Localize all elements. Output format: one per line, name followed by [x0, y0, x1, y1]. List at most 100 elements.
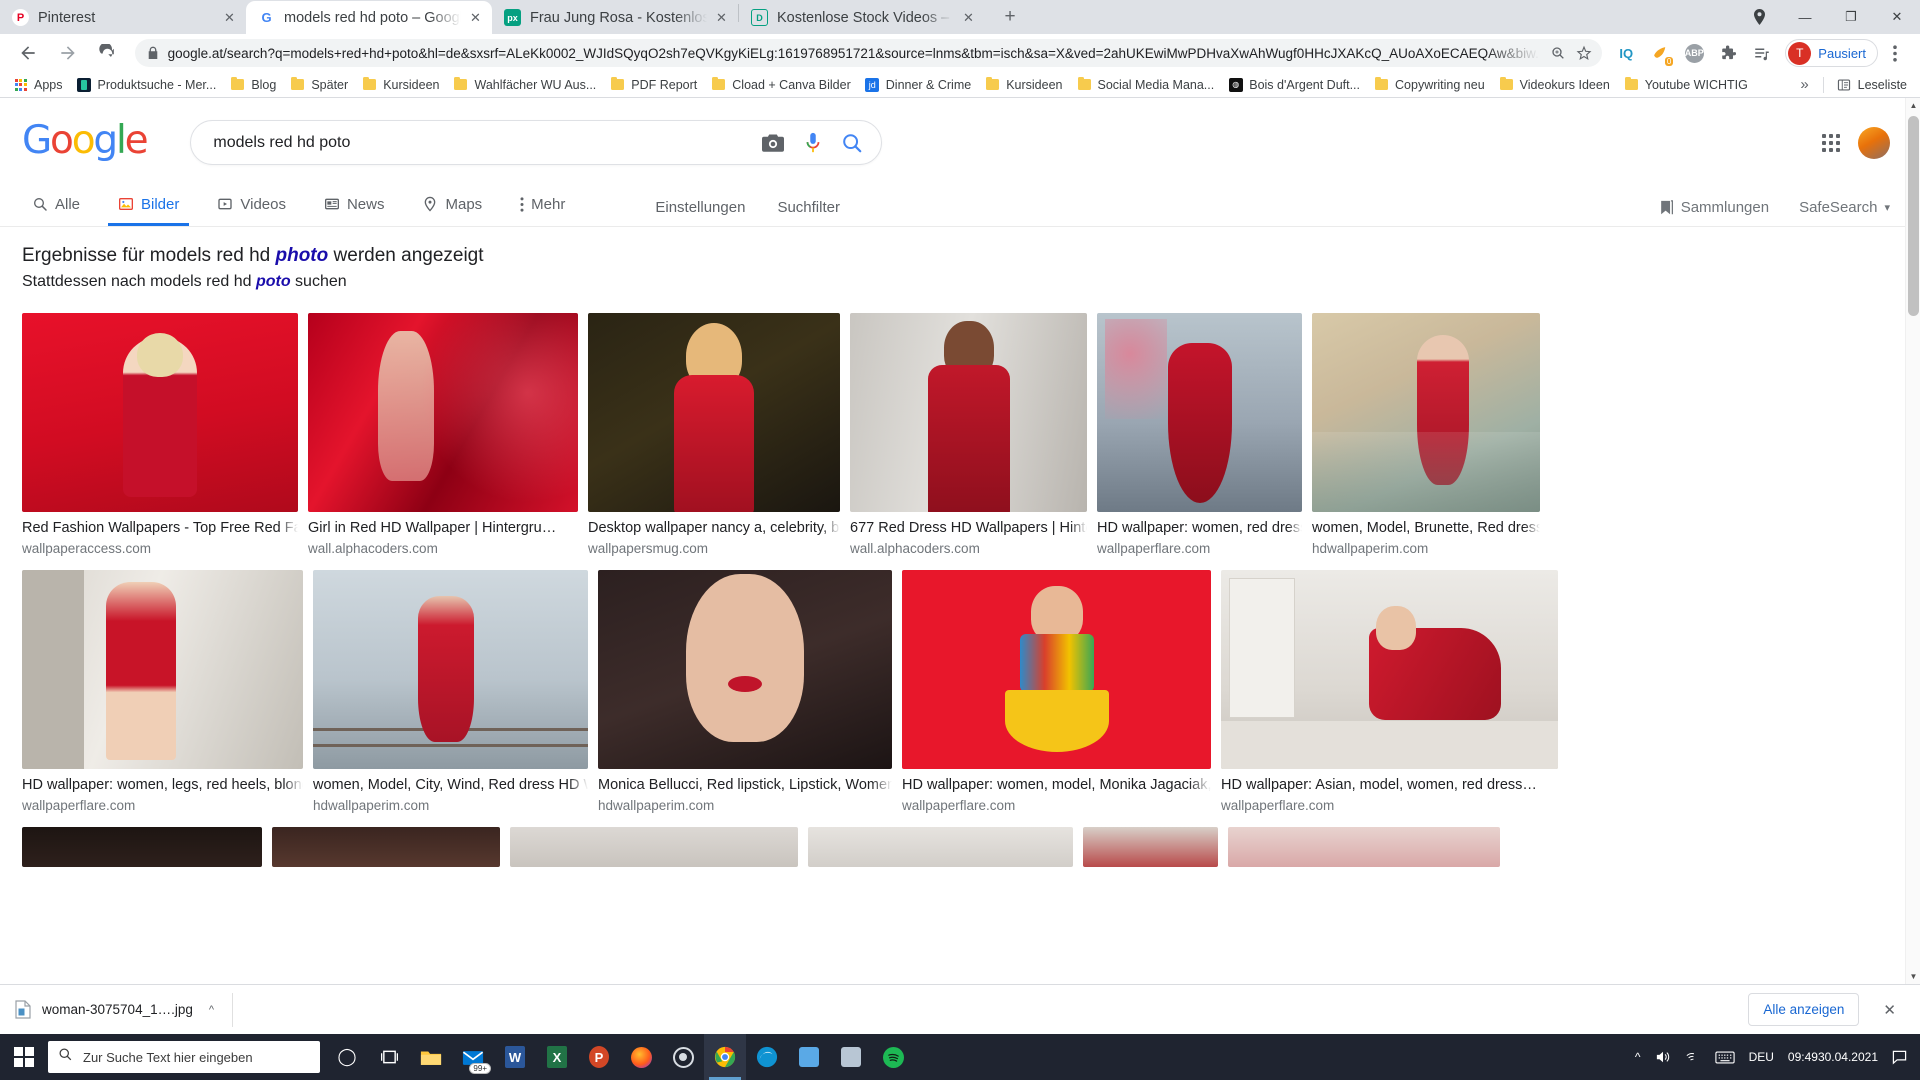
- photos-icon[interactable]: [830, 1034, 872, 1080]
- taskbar-search-input[interactable]: Zur Suche Text hier eingeben: [48, 1041, 320, 1073]
- adblock-plus-icon[interactable]: ABP: [1680, 39, 1708, 67]
- task-view-icon[interactable]: [368, 1034, 410, 1080]
- result-caption[interactable]: Girl in Red HD Wallpaper | Hintergru…: [308, 520, 578, 536]
- result-thumbnail[interactable]: [850, 313, 1087, 512]
- maximize-button[interactable]: ❐: [1828, 0, 1874, 34]
- word-icon[interactable]: W: [494, 1034, 536, 1080]
- mail-icon[interactable]: 99+: [452, 1034, 494, 1080]
- search-input[interactable]: models red hd poto: [190, 120, 883, 165]
- notification-icon[interactable]: [1885, 1050, 1914, 1065]
- bookmark-wahlfaecher[interactable]: Wahlfächer WU Aus...: [446, 74, 603, 96]
- reload-icon[interactable]: [93, 38, 123, 68]
- bookmark-blog[interactable]: Blog: [223, 74, 283, 96]
- browser-tab[interactable]: px Frau Jung Rosa - Kostenloses Fot ✕: [492, 1, 738, 34]
- scroll-down-arrow-icon[interactable]: ▼: [1906, 969, 1920, 984]
- search-filters-button[interactable]: Suchfilter: [777, 199, 840, 226]
- settings-button[interactable]: Einstellungen: [655, 199, 745, 226]
- image-result-card[interactable]: HD wallpaper: women, model, Monika Jagac…: [902, 570, 1211, 813]
- browser-tab[interactable]: P Pinterest ✕: [0, 1, 246, 34]
- new-tab-button[interactable]: +: [993, 3, 1027, 31]
- close-downloads-bar-button[interactable]: ✕: [1873, 1001, 1906, 1019]
- language-indicator[interactable]: DEU: [1742, 1050, 1781, 1064]
- back-arrow-icon[interactable]: [13, 38, 43, 68]
- zoom-search-icon[interactable]: [1550, 45, 1566, 61]
- tab-news[interactable]: News: [314, 185, 395, 226]
- close-icon[interactable]: ✕: [221, 9, 238, 26]
- result-thumbnail[interactable]: [1312, 313, 1540, 512]
- result-thumbnail[interactable]: [22, 570, 303, 769]
- result-caption[interactable]: Desktop wallpaper nancy a, celebrity, bl…: [588, 520, 840, 536]
- bookmark-produktsuche[interactable]: Produktsuche - Mer...: [70, 74, 224, 96]
- reading-list-button[interactable]: Leseliste: [1830, 74, 1914, 96]
- extensions-puzzle-icon[interactable]: [1714, 39, 1742, 67]
- result-thumbnail[interactable]: [22, 313, 298, 512]
- bookmark-apps[interactable]: Apps: [6, 74, 70, 96]
- extension-iq-icon[interactable]: IQ: [1612, 39, 1640, 67]
- close-icon[interactable]: ✕: [467, 9, 484, 26]
- image-result-card[interactable]: 677 Red Dress HD Wallpapers | Hinterg… w…: [850, 313, 1087, 556]
- excel-icon[interactable]: X: [536, 1034, 578, 1080]
- result-thumbnail[interactable]: [272, 827, 500, 867]
- result-caption[interactable]: Red Fashion Wallpapers - Top Free Red Fa…: [22, 520, 298, 536]
- bookmark-copywriting[interactable]: Copywriting neu: [1367, 74, 1492, 96]
- search-icon[interactable]: [841, 132, 863, 154]
- keyboard-icon[interactable]: [1708, 1051, 1742, 1064]
- spotify-icon[interactable]: [872, 1034, 914, 1080]
- tab-mehr[interactable]: Mehr: [510, 185, 575, 226]
- close-window-button[interactable]: ✕: [1874, 0, 1920, 34]
- result-caption[interactable]: HD wallpaper: women, legs, red heels, bl…: [22, 777, 303, 793]
- image-result-card[interactable]: [808, 827, 1073, 867]
- chrome-icon[interactable]: [704, 1034, 746, 1080]
- bookmark-kursideen[interactable]: Kursideen: [355, 74, 446, 96]
- result-caption[interactable]: women, Model, Brunette, Red dress, …: [1312, 520, 1540, 536]
- image-result-card[interactable]: women, Model, Brunette, Red dress, … hdw…: [1312, 313, 1540, 556]
- edge-icon[interactable]: [746, 1034, 788, 1080]
- browser-tab[interactable]: D Kostenlose Stock Videos – Pexels ✕: [739, 1, 985, 34]
- result-caption[interactable]: HD wallpaper: women, red dress, …: [1097, 520, 1302, 536]
- image-result-card[interactable]: Girl in Red HD Wallpaper | Hintergru… wa…: [308, 313, 578, 556]
- bookmark-pdf-report[interactable]: PDF Report: [603, 74, 704, 96]
- spell-original-term[interactable]: poto: [256, 273, 291, 290]
- image-result-card[interactable]: women, Model, City, Wind, Red dress HD W…: [313, 570, 588, 813]
- chevron-up-icon[interactable]: ^: [209, 1004, 214, 1016]
- result-thumbnail[interactable]: [902, 570, 1211, 769]
- microphone-icon[interactable]: [803, 132, 823, 154]
- bookmark-spaeter[interactable]: Später: [283, 74, 355, 96]
- image-result-card[interactable]: HD wallpaper: Asian, model, women, red d…: [1221, 570, 1558, 813]
- google-apps-icon[interactable]: [1822, 133, 1840, 152]
- collections-button[interactable]: Sammlungen: [1659, 199, 1769, 216]
- obs-icon[interactable]: [662, 1034, 704, 1080]
- profile-button[interactable]: T Pausiert: [1785, 39, 1878, 67]
- result-caption[interactable]: 677 Red Dress HD Wallpapers | Hinterg…: [850, 520, 1087, 536]
- forward-arrow-icon[interactable]: [53, 38, 83, 68]
- tab-maps[interactable]: Maps: [412, 185, 492, 226]
- image-result-card[interactable]: HD wallpaper: women, legs, red heels, bl…: [22, 570, 303, 813]
- location-pin-icon[interactable]: [1736, 0, 1782, 34]
- reading-list-icon[interactable]: [1748, 39, 1776, 67]
- close-icon[interactable]: ✕: [713, 9, 730, 26]
- result-caption[interactable]: women, Model, City, Wind, Red dress HD W…: [313, 777, 588, 793]
- bookmark-social-media[interactable]: Social Media Mana...: [1070, 74, 1222, 96]
- result-caption[interactable]: Monica Bellucci, Red lipstick, Lipstick,…: [598, 777, 892, 793]
- image-result-card[interactable]: HD wallpaper: women, red dress, … wallpa…: [1097, 313, 1302, 556]
- image-result-card[interactable]: [272, 827, 500, 867]
- result-thumbnail[interactable]: [588, 313, 840, 512]
- powerpoint-icon[interactable]: P: [578, 1034, 620, 1080]
- bookmark-bois-dargent[interactable]: ◍ Bois d'Argent Duft...: [1221, 74, 1367, 96]
- firefox-icon[interactable]: [620, 1034, 662, 1080]
- image-result-card[interactable]: Desktop wallpaper nancy a, celebrity, bl…: [588, 313, 840, 556]
- spell-corrected-term[interactable]: photo: [275, 245, 328, 266]
- cortana-icon[interactable]: ◯: [326, 1034, 368, 1080]
- honey-icon[interactable]: 0: [1646, 39, 1674, 67]
- scroll-up-arrow-icon[interactable]: ▲: [1906, 98, 1920, 113]
- three-dot-menu-icon[interactable]: [1881, 39, 1909, 67]
- result-thumbnail[interactable]: [1097, 313, 1302, 512]
- wifi-icon[interactable]: [1678, 1050, 1708, 1064]
- tab-bilder[interactable]: Bilder: [108, 185, 190, 226]
- result-thumbnail[interactable]: [808, 827, 1073, 867]
- result-thumbnail[interactable]: [510, 827, 798, 867]
- tray-chevron-up-icon[interactable]: ^: [1628, 1050, 1648, 1064]
- bookmark-kursideen-2[interactable]: Kursideen: [978, 74, 1069, 96]
- file-explorer-icon[interactable]: [410, 1034, 452, 1080]
- address-bar[interactable]: google.at/search?q=models+red+hd+poto&hl…: [134, 39, 1603, 67]
